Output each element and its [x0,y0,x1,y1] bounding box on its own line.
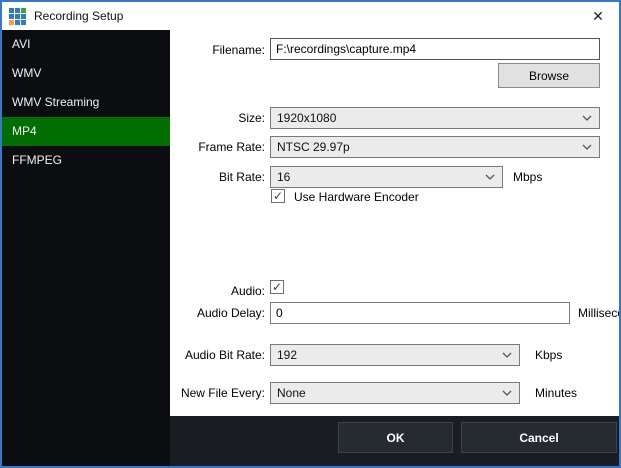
bit-rate-value: 16 [277,170,484,184]
check-icon: ✓ [273,189,283,203]
titlebar: Recording Setup ✕ [2,2,619,30]
footer-bar: OK Cancel [170,416,619,466]
sidebar-item-mp4[interactable]: MP4 [2,117,170,146]
chevron-down-icon [581,112,593,124]
new-file-every-unit: Minutes [535,386,577,400]
frame-rate-label: Frame Rate: [170,140,265,154]
audio-delay-unit: Milliseconds [578,306,621,320]
hardware-encoder-label: Use Hardware Encoder [294,190,419,204]
size-value: 1920x1080 [277,111,581,125]
close-icon[interactable]: ✕ [577,2,619,30]
chevron-down-icon [581,141,593,153]
audio-bit-rate-label: Audio Bit Rate: [170,348,265,362]
bit-rate-dropdown[interactable]: 16 [270,166,503,188]
hardware-encoder-checkbox[interactable]: ✓ [271,189,285,203]
audio-checkbox[interactable]: ✓ [270,280,284,294]
ok-button[interactable]: OK [338,422,453,453]
settings-panel: Filename: Browse Size: 1920x1080 Frame R… [170,30,619,466]
sidebar-item-wmv-streaming[interactable]: WMV Streaming [2,88,170,117]
filename-input[interactable] [270,38,600,60]
format-sidebar: AVI WMV WMV Streaming MP4 FFMPEG [2,30,170,466]
frame-rate-value: NTSC 29.97p [277,140,581,154]
new-file-every-value: None [277,386,501,400]
dialog-body: AVI WMV WMV Streaming MP4 FFMPEG Filenam… [2,30,619,466]
audio-bit-rate-unit: Kbps [535,348,562,362]
new-file-every-label: New File Every: [170,386,265,400]
app-logo-grid-icon [9,8,26,25]
browse-button[interactable]: Browse [498,63,600,88]
size-dropdown[interactable]: 1920x1080 [270,107,600,129]
audio-delay-label: Audio Delay: [170,306,265,320]
check-icon: ✓ [272,280,282,294]
audio-label: Audio: [170,284,265,298]
new-file-every-dropdown[interactable]: None [270,382,520,404]
sidebar-item-wmv[interactable]: WMV [2,59,170,88]
audio-bit-rate-value: 192 [277,348,501,362]
chevron-down-icon [484,171,496,183]
sidebar-item-avi[interactable]: AVI [2,30,170,59]
audio-bit-rate-dropdown[interactable]: 192 [270,344,520,366]
cancel-button[interactable]: Cancel [461,422,617,453]
chevron-down-icon [501,349,513,361]
frame-rate-dropdown[interactable]: NTSC 29.97p [270,136,600,158]
bit-rate-unit: Mbps [513,170,542,184]
sidebar-item-ffmpeg[interactable]: FFMPEG [2,146,170,175]
filename-label: Filename: [170,43,265,57]
size-label: Size: [170,111,265,125]
window-title: Recording Setup [34,9,123,23]
audio-delay-input[interactable] [270,302,570,324]
recording-setup-dialog: Recording Setup ✕ AVI WMV WMV Streaming … [0,0,621,468]
chevron-down-icon [501,387,513,399]
bit-rate-label: Bit Rate: [170,170,265,184]
